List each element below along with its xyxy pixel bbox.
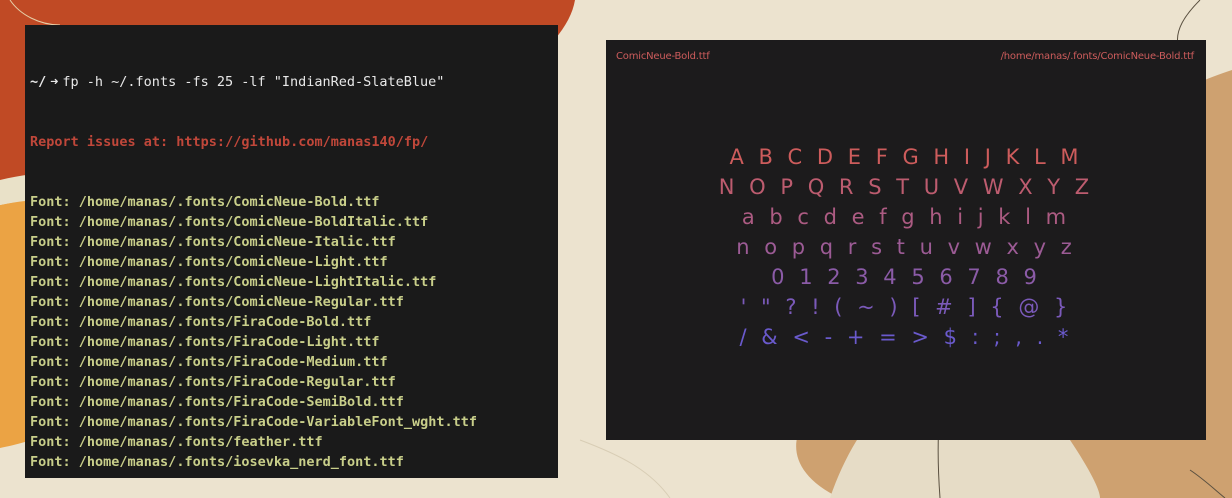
font-path: /home/manas/.fonts/FiraCode-VariableFont… <box>78 414 478 430</box>
font-label: Font: <box>30 434 79 450</box>
font-path: /home/manas/.fonts/ComicNeue-LightItalic… <box>78 274 437 290</box>
prompt-directory: ~/ <box>30 74 47 90</box>
font-label: Font: <box>30 254 79 270</box>
font-path: /home/manas/.fonts/FiraCode-Regular.ttf <box>78 374 396 390</box>
preview-font-name: ComicNeue-Bold.ttf <box>616 51 710 62</box>
glyph-row: n o p q r s t u v w x y z <box>736 235 1076 259</box>
font-preview-window[interactable]: ComicNeue-Bold.ttf /home/manas/.fonts/Co… <box>606 40 1206 440</box>
font-list-line: Font: /home/manas/.fonts/FiraCode-Regula… <box>30 372 558 392</box>
font-path: /home/manas/.fonts/ComicNeue-Light.ttf <box>78 254 388 270</box>
font-list: Font: /home/manas/.fonts/ComicNeue-Bold.… <box>30 192 558 472</box>
command-text: fp -h ~/.fonts -fs 25 -lf "IndianRed-Sla… <box>62 74 445 90</box>
font-label: Font: <box>30 354 79 370</box>
font-label: Font: <box>30 294 79 310</box>
font-path: /home/manas/.fonts/ComicNeue-BoldItalic.… <box>78 214 429 230</box>
font-list-line: Font: /home/manas/.fonts/FiraCode-Light.… <box>30 332 558 352</box>
font-list-line: Font: /home/manas/.fonts/ComicNeue-Light… <box>30 252 558 272</box>
font-list-line: Font: /home/manas/.fonts/FiraCode-Variab… <box>30 412 558 432</box>
font-list-line: Font: /home/manas/.fonts/ComicNeue-BoldI… <box>30 212 558 232</box>
glyph-row: A B C D E F G H I J K L M <box>729 145 1083 169</box>
terminal-window[interactable]: ~/➜ fp -h ~/.fonts -fs 25 -lf "IndianRed-… <box>25 25 558 478</box>
font-list-line: Font: /home/manas/.fonts/ComicNeue-Itali… <box>30 232 558 252</box>
font-label: Font: <box>30 274 79 290</box>
font-list-line: Font: /home/manas/.fonts/FiraCode-Medium… <box>30 352 558 372</box>
font-list-line: Font: /home/manas/.fonts/FiraCode-Bold.t… <box>30 312 558 332</box>
command-prompt-line: ~/➜ fp -h ~/.fonts -fs 25 -lf "IndianRed-… <box>30 72 558 92</box>
preview-header: ComicNeue-Bold.ttf /home/manas/.fonts/Co… <box>616 51 1194 62</box>
font-path: /home/manas/.fonts/iosevka_nerd_font.ttf <box>78 454 404 470</box>
font-label: Font: <box>30 194 79 210</box>
font-list-line: Font: /home/manas/.fonts/ComicNeue-Bold.… <box>30 192 558 212</box>
font-path: /home/manas/.fonts/ComicNeue-Regular.ttf <box>78 294 404 310</box>
glyph-row: 0 1 2 3 4 5 6 7 8 9 <box>771 265 1041 289</box>
font-label: Font: <box>30 374 79 390</box>
prompt-arrow-icon: ➜ <box>50 74 59 90</box>
font-label: Font: <box>30 334 79 350</box>
font-label: Font: <box>30 454 79 470</box>
font-label: Font: <box>30 414 79 430</box>
glyph-row: N O P Q R S T U V W X Y Z <box>718 175 1094 199</box>
font-list-line: Font: /home/manas/.fonts/feather.ttf <box>30 432 558 452</box>
font-path: /home/manas/.fonts/feather.ttf <box>78 434 323 450</box>
report-issues-line: Report issues at: https://github.com/man… <box>30 134 429 150</box>
font-path: /home/manas/.fonts/FiraCode-Light.ttf <box>78 334 380 350</box>
font-path: /home/manas/.fonts/ComicNeue-Bold.ttf <box>78 194 380 210</box>
font-list-line: Font: /home/manas/.fonts/ComicNeue-Regul… <box>30 292 558 312</box>
font-label: Font: <box>30 314 79 330</box>
preview-font-path: /home/manas/.fonts/ComicNeue-Bold.ttf <box>1000 51 1195 62</box>
glyph-row: ' " ? ! ( ~ ) [ # ] { @ } <box>740 295 1072 319</box>
glyph-row: a b c d e f g h i j k l m <box>741 205 1071 229</box>
font-path: /home/manas/.fonts/ComicNeue-Italic.ttf <box>78 234 396 250</box>
font-label: Font: <box>30 234 79 250</box>
font-path: /home/manas/.fonts/FiraCode-Medium.ttf <box>78 354 388 370</box>
glyph-sample-block: A B C D E F G H I J K L M N O P Q R S T U… <box>606 142 1206 352</box>
glyph-row: / & < - + = > $ : ; , . * <box>739 325 1073 349</box>
font-list-line: Font: /home/manas/.fonts/iosevka_nerd_fo… <box>30 452 558 472</box>
font-path: /home/manas/.fonts/FiraCode-SemiBold.ttf <box>78 394 404 410</box>
font-list-line: Font: /home/manas/.fonts/ComicNeue-Light… <box>30 272 558 292</box>
font-path: /home/manas/.fonts/FiraCode-Bold.ttf <box>78 314 372 330</box>
font-list-line: Font: /home/manas/.fonts/FiraCode-SemiBo… <box>30 392 558 412</box>
font-label: Font: <box>30 394 79 410</box>
font-label: Font: <box>30 214 79 230</box>
